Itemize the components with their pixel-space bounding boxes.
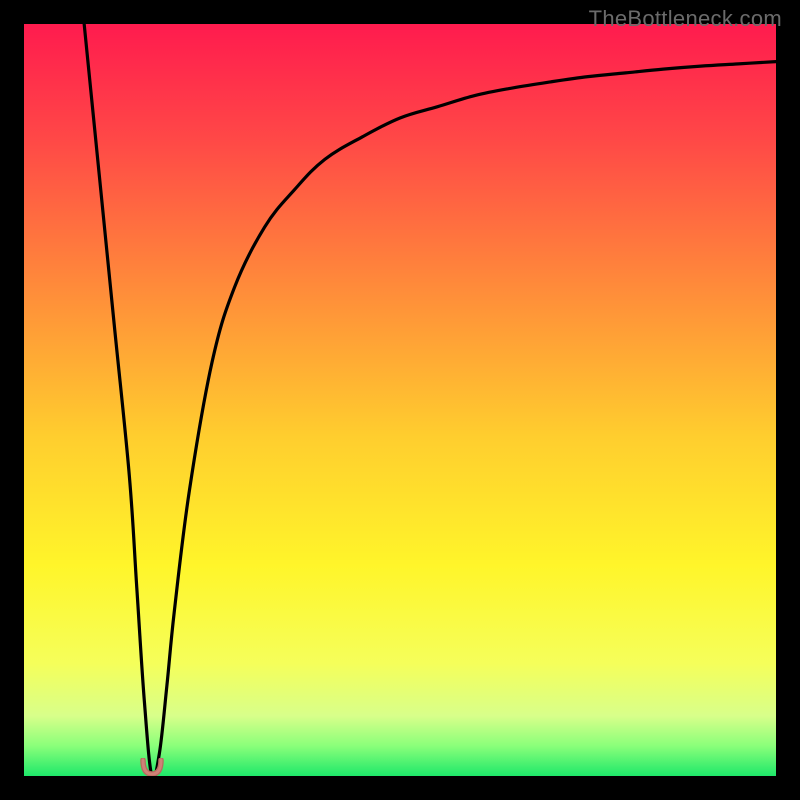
bottleneck-curve [24, 24, 776, 776]
optimal-marker [138, 758, 166, 776]
chart-frame: TheBottleneck.com [0, 0, 800, 800]
plot-area [24, 24, 776, 776]
watermark-text: TheBottleneck.com [589, 6, 782, 32]
